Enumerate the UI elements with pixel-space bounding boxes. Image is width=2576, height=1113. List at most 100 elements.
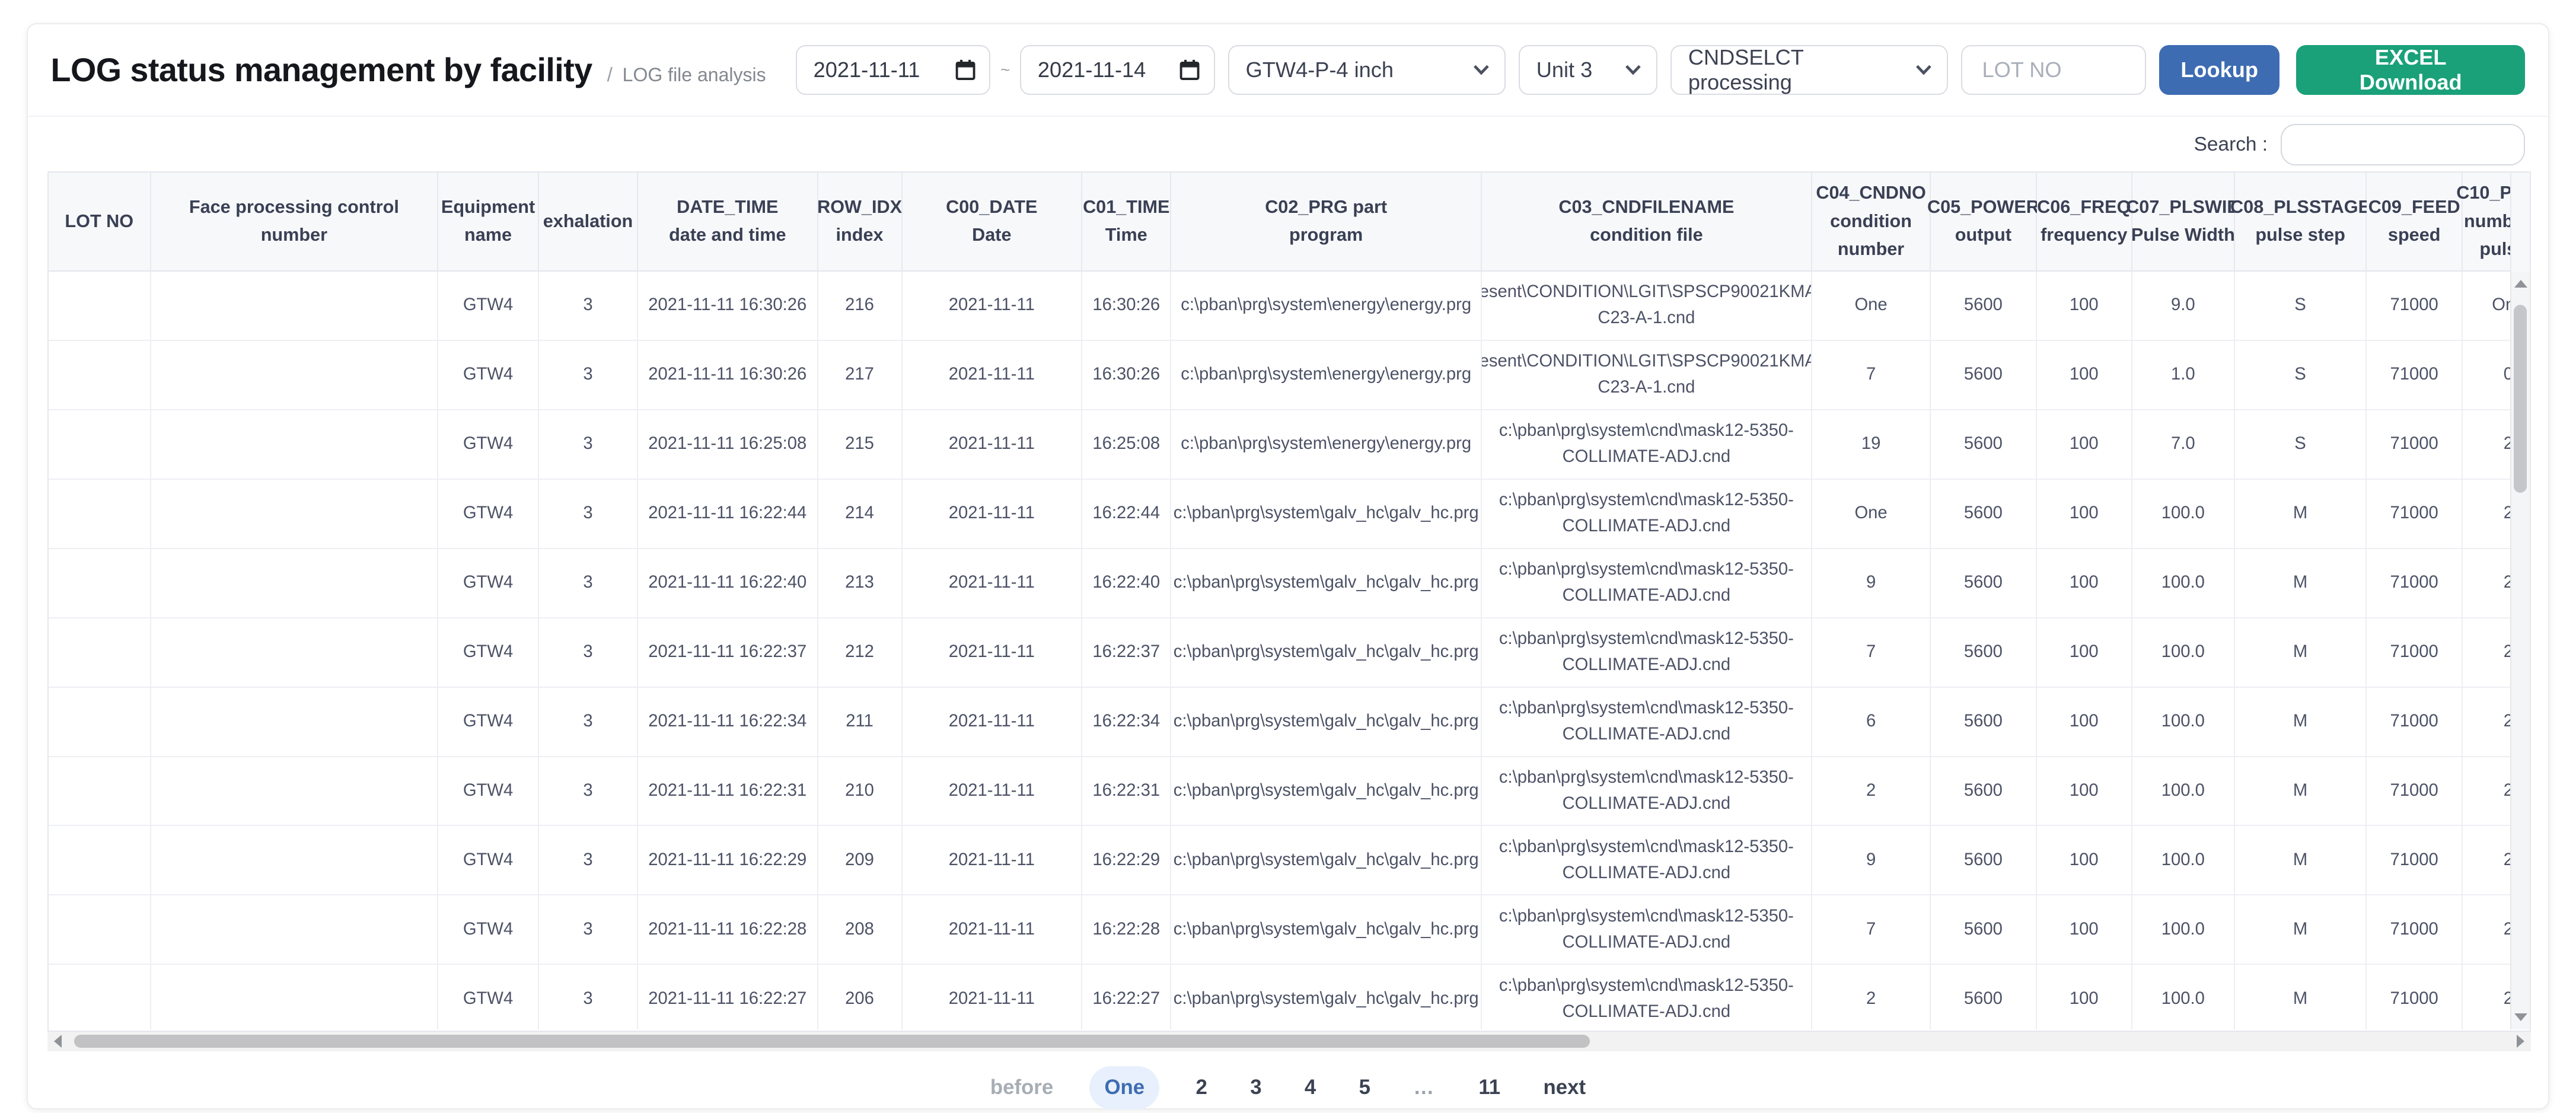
pagination-item-0: before [990, 1076, 1053, 1099]
cell-lot-no [49, 341, 151, 410]
cell-c00-date: 2021-11-11 [903, 688, 1083, 757]
column-header-c09-feed: C09_FEED speed [2367, 173, 2463, 272]
pagination-item-4[interactable]: 4 [1305, 1076, 1316, 1099]
cell-c04-cndno: 6 [1812, 688, 1931, 757]
column-header-c03-cndfilename: C03_CNDFILENAME condition file [1482, 173, 1812, 272]
table-row: GTW432021-11-11 16:22:312102021-11-1116:… [49, 757, 2531, 827]
cell-c03-cndfilename: c:\pban\prg\system\cnd\mask12-5350-COLLI… [1482, 618, 1812, 688]
lot-no-input[interactable] [1979, 56, 2128, 84]
cell-c08-plsstage: M [2235, 549, 2367, 618]
scroll-right-arrow-icon[interactable] [2517, 1035, 2524, 1048]
cell-c00-date: 2021-11-11 [903, 895, 1083, 965]
title-divider: / [607, 64, 613, 87]
cell-c01-time: 16:22:40 [1082, 549, 1171, 618]
cell-c08-plsstage: M [2235, 480, 2367, 549]
cell-c02-prg: c:\pban\prg\system\galv_hc\galv_hc.prg [1171, 549, 1482, 618]
calendar-icon[interactable] [955, 59, 976, 81]
scroll-left-arrow-icon[interactable] [54, 1035, 62, 1048]
search-input[interactable] [2281, 124, 2525, 165]
cell-c00-date: 2021-11-11 [903, 965, 1083, 1029]
pagination-item-3[interactable]: 3 [1250, 1076, 1261, 1099]
unit-select[interactable]: Unit 3 [1519, 45, 1657, 95]
cell-c05-power: 5600 [1931, 480, 2036, 549]
table-row: GTW432021-11-11 16:30:262162021-11-1116:… [49, 272, 2531, 341]
cell-exhalation: 3 [539, 272, 638, 341]
pagination-item-6: … [1413, 1076, 1436, 1099]
cell-c00-date: 2021-11-11 [903, 410, 1083, 480]
date-to-input[interactable]: 2021-11-14 [1020, 45, 1215, 95]
pagination-item-1[interactable]: One [1089, 1066, 1159, 1109]
cell-c00-date: 2021-11-11 [903, 826, 1083, 895]
cell-c00-date: 2021-11-11 [903, 549, 1083, 618]
cell-date-time: 2021-11-11 16:22:27 [638, 965, 818, 1029]
horizontal-scrollbar-thumb[interactable] [74, 1035, 1590, 1048]
pagination-item-7[interactable]: 11 [1478, 1076, 1500, 1099]
page-title: LOG status management by facility [51, 51, 592, 89]
scroll-up-arrow-icon[interactable] [2514, 280, 2527, 288]
cell-c02-prg: c:\pban\prg\system\galv_hc\galv_hc.prg [1171, 480, 1482, 549]
column-header-c08-plsstage: C08_PLSSTAGE pulse step [2235, 173, 2367, 272]
cell-c03-cndfilename: c:\pban\prg\system\cnd\mask12-5350-COLLI… [1482, 688, 1812, 757]
pagination-item-8[interactable]: next [1544, 1076, 1586, 1099]
column-header-lot-no: LOT NO [49, 173, 151, 272]
cell-c02-prg: c:\pban\prg\system\galv_hc\galv_hc.prg [1171, 688, 1482, 757]
process-select[interactable]: CNDSELCT processing [1670, 45, 1948, 95]
cell-c06-freq: 100 [2037, 549, 2133, 618]
cell-c06-freq: 100 [2037, 410, 2133, 480]
date-to-value: 2021-11-14 [1038, 58, 1146, 82]
cell-c01-time: 16:30:26 [1082, 272, 1171, 341]
column-header-equipment-name: Equipment name [438, 173, 539, 272]
cell-lot-no [49, 688, 151, 757]
cell-c08-plsstage: M [2235, 895, 2367, 965]
cell-equipment-name: GTW4 [438, 618, 539, 688]
cell-row-idx: 210 [818, 757, 903, 827]
cell-date-time: 2021-11-11 16:22:40 [638, 549, 818, 618]
cell-c05-power: 5600 [1931, 826, 2036, 895]
chevron-down-icon [1625, 64, 1641, 75]
cell-c08-plsstage: M [2235, 618, 2367, 688]
vertical-scrollbar[interactable] [2510, 272, 2530, 1029]
header-bar: LOG status management by facility / LOG … [28, 24, 2549, 117]
cell-c06-freq: 100 [2037, 965, 2133, 1029]
cell-date-time: 2021-11-11 16:22:44 [638, 480, 818, 549]
cell-equipment-name: GTW4 [438, 272, 539, 341]
cell-face-ctrl-no [151, 480, 439, 549]
cell-c01-time: 16:22:34 [1082, 688, 1171, 757]
cell-date-time: 2021-11-11 16:30:26 [638, 341, 818, 410]
horizontal-scrollbar[interactable] [47, 1032, 2531, 1051]
cell-exhalation: 3 [539, 965, 638, 1029]
calendar-icon[interactable] [1179, 59, 1200, 81]
chevron-down-icon [1915, 64, 1932, 75]
cell-c04-cndno: One [1812, 480, 1931, 549]
column-header-date-time: DATE_TIME date and time [638, 173, 818, 272]
cell-c03-cndfilename: c:\pban\prg\system\cnd\mask12-5350-COLLI… [1482, 549, 1812, 618]
pagination-item-2[interactable]: 2 [1195, 1076, 1207, 1099]
cell-c08-plsstage: S [2235, 410, 2367, 480]
cell-c00-date: 2021-11-11 [903, 272, 1083, 341]
cell-c04-cndno: 2 [1812, 757, 1931, 827]
table-row: GTW432021-11-11 16:22:282082021-11-1116:… [49, 895, 2531, 965]
cell-c00-date: 2021-11-11 [903, 341, 1083, 410]
cell-c09-feed: 71000 [2367, 618, 2463, 688]
cell-c01-time: 16:22:31 [1082, 757, 1171, 827]
lookup-button[interactable]: Lookup [2159, 45, 2279, 95]
cell-c07-plswid: 100.0 [2132, 757, 2235, 827]
date-from-value: 2021-11-11 [814, 58, 920, 82]
cell-c03-cndfilename: c:\pban\prg\system\cnd\mask12-5350-COLLI… [1482, 757, 1812, 827]
cell-c00-date: 2021-11-11 [903, 618, 1083, 688]
cell-c05-power: 5600 [1931, 549, 2036, 618]
cell-face-ctrl-no [151, 272, 439, 341]
cell-c09-feed: 71000 [2367, 341, 2463, 410]
pagination-item-5[interactable]: 5 [1359, 1076, 1370, 1099]
scroll-down-arrow-icon[interactable] [2514, 1013, 2527, 1021]
search-label: Search : [2194, 133, 2268, 156]
cell-c06-freq: 100 [2037, 618, 2133, 688]
cell-c07-plswid: 100.0 [2132, 688, 2235, 757]
date-from-input[interactable]: 2021-11-11 [796, 45, 991, 95]
excel-download-button[interactable]: EXCEL Download [2296, 45, 2525, 95]
table-row: GTW432021-11-11 16:22:272062021-11-1116:… [49, 965, 2531, 1029]
cell-c07-plswid: 100.0 [2132, 480, 2235, 549]
vertical-scrollbar-thumb[interactable] [2514, 305, 2527, 493]
cell-exhalation: 3 [539, 341, 638, 410]
equipment-select[interactable]: GTW4-P-4 inch [1228, 45, 1506, 95]
